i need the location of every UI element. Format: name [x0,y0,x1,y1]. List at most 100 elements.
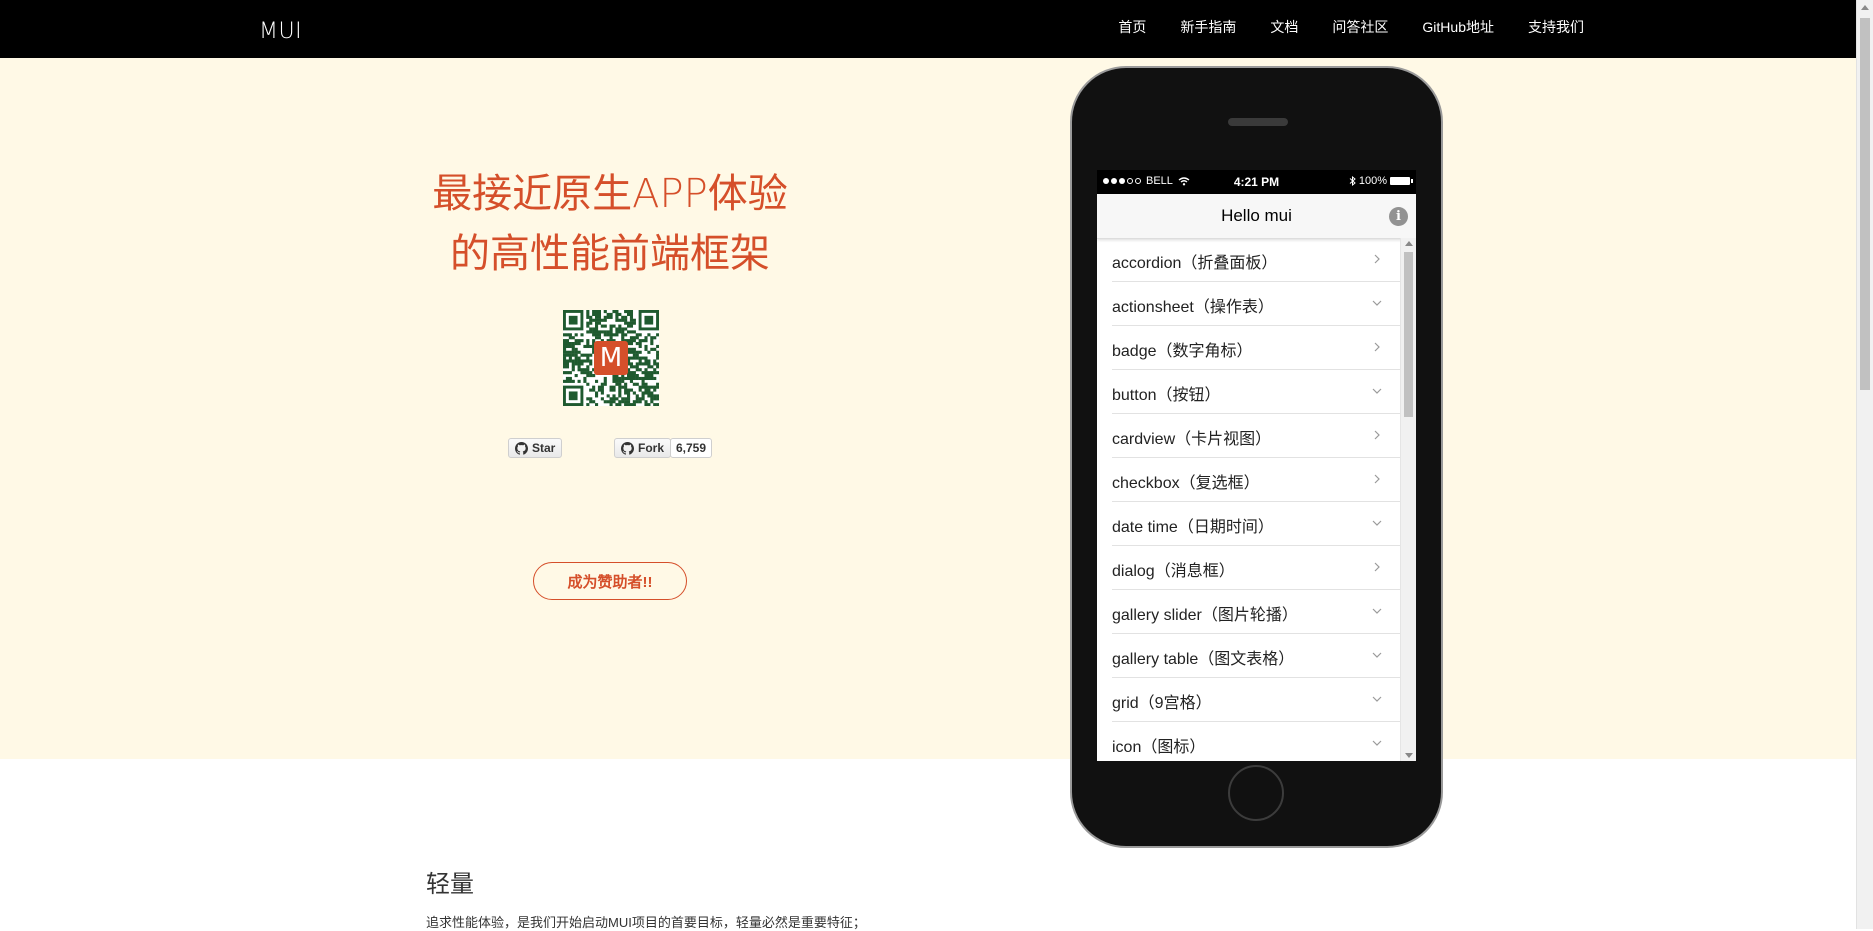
list-item[interactable]: gallery slider（图片轮播） [1112,590,1400,634]
list-item-label: button（按钮） [1112,387,1221,404]
qr-module [615,333,619,337]
qr-module [656,344,659,349]
scroll-thumb[interactable] [1404,252,1413,417]
qr-module [629,310,634,314]
qr-module [589,371,593,375]
nav-link-github[interactable]: GitHub地址 [1422,17,1494,37]
qr-module [574,339,578,343]
qr-module [603,379,607,383]
qr-module [629,318,634,322]
qr-module [565,350,570,354]
qr-module [656,365,659,369]
qr-module [600,397,604,401]
github-fork-button[interactable]: Fork [614,438,672,458]
qr-module [580,362,584,366]
qr-module [563,347,567,351]
qr-module [580,371,584,375]
qr-module [592,310,596,314]
qr-module [621,327,625,331]
qr-module [650,400,654,404]
qr-module [629,339,634,343]
qr-module [621,336,625,340]
nav-link-community[interactable]: 问答社区 [1332,17,1388,37]
list-item[interactable]: date time（日期时间） [1112,502,1400,546]
qr-module [563,356,567,360]
nav-link-docs[interactable]: 文档 [1270,17,1298,37]
list-item[interactable]: actionsheet（操作表） [1112,282,1400,326]
qr-module [653,394,657,398]
info-icon[interactable]: i [1389,207,1408,226]
list-item[interactable]: checkbox（复选框） [1112,458,1400,502]
qr-module [632,350,636,354]
qr-module [583,368,587,372]
qr-module [577,365,581,369]
qr-module [647,388,651,392]
list-item[interactable]: dialog（消息框） [1112,546,1400,590]
qr-module [609,324,613,328]
qr-module [644,376,648,381]
qr-module [635,333,639,337]
qr-module [586,356,590,360]
qr-module [574,333,578,337]
nav-link-support[interactable]: 支持我们 [1528,17,1584,37]
qr-module [589,397,593,401]
nav-link-home[interactable]: 首页 [1118,17,1146,37]
scroll-up-arrow-icon[interactable] [1405,241,1413,246]
list-item[interactable]: grid（9宫格） [1112,678,1400,722]
qr-module [656,385,659,389]
qr-module [568,336,572,340]
qr-module [641,371,645,375]
list-item[interactable]: badge（数字角标） [1112,326,1400,370]
qr-module [577,342,581,346]
qr-module [606,330,610,334]
page-scroll-thumb[interactable] [1860,18,1870,390]
fork-count-badge[interactable]: 6,759 [670,438,713,458]
qr-module [641,376,645,381]
qr-module [574,342,578,346]
scroll-down-arrow-icon[interactable] [1405,753,1413,758]
list-item[interactable]: accordion（折叠面板） [1112,238,1400,282]
qr-module [656,333,659,337]
qr-module [595,336,599,340]
github-star-button[interactable]: Star [508,438,563,458]
qr-module [563,350,567,354]
page-scroll-up-arrow-icon[interactable] [1861,5,1869,10]
qr-module [650,371,654,375]
qr-module [592,400,596,404]
qr-module [600,318,604,322]
qr-module [629,324,634,328]
phone-scrollbar[interactable] [1400,238,1416,761]
qr-module [635,350,639,354]
qr-module [632,339,636,343]
qr-module [644,371,648,375]
qr-module [618,312,622,317]
qr-module [589,327,593,331]
qr-module [632,347,636,351]
list-item[interactable]: cardview（卡片视图） [1112,414,1400,458]
demo-list: accordion（折叠面板） actionsheet（操作表） badge（数字角… [1097,238,1400,761]
sponsor-button[interactable]: 成为赞助者!! [533,562,687,600]
qr-module [656,350,659,354]
qr-module [609,333,613,337]
qr-module [586,382,590,386]
brand-logo[interactable]: MUI [259,19,302,44]
qr-module [609,327,613,331]
qr-module [606,400,610,404]
qr-module [629,403,634,406]
qr-module [644,403,648,406]
qr-module [615,310,619,314]
list-item[interactable]: icon（图标） [1112,722,1400,761]
qr-module [603,333,607,337]
qr-module [656,403,659,406]
list-item[interactable]: button（按钮） [1112,370,1400,414]
qr-module [618,400,622,404]
qr-module [589,388,593,392]
qr-module [586,310,590,314]
qr-module [565,344,570,349]
page-scrollbar[interactable] [1856,0,1873,929]
list-item[interactable]: gallery table（图文表格） [1112,634,1400,678]
qr-module [644,339,648,343]
qr-module [600,324,604,328]
nav-link-guide[interactable]: 新手指南 [1180,17,1236,37]
qr-module [612,400,616,404]
